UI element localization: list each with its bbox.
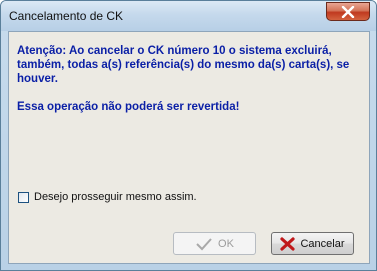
irreversible-text: Essa operação não poderá ser revertida! [17,101,240,113]
message-area: Atenção: Ao cancelar o CK número 10 o si… [17,44,357,114]
cancel-button-label: Cancelar [300,237,345,250]
title-bar[interactable]: Cancelamento de CK [1,1,376,31]
checkmark-icon [195,237,213,251]
proceed-checkbox-label: Desejo prosseguir mesmo assim. [34,191,197,203]
window-title: Cancelamento de CK [9,9,124,23]
warning-text: Atenção: Ao cancelar o CK número 10 o si… [17,45,350,85]
proceed-checkbox-row[interactable]: Desejo prosseguir mesmo assim. [18,191,197,203]
dialog-body: Atenção: Ao cancelar o CK número 10 o si… [8,31,370,264]
ok-button-label: OK [218,237,234,250]
ok-button[interactable]: OK [173,232,256,255]
close-button[interactable] [326,2,370,21]
cancel-button[interactable]: Cancelar [271,232,354,255]
close-icon [341,6,355,18]
proceed-checkbox[interactable] [18,191,29,203]
dialog-window: Cancelamento de CK Atenção: Ao cancelar … [0,0,377,271]
red-x-icon [280,236,296,251]
